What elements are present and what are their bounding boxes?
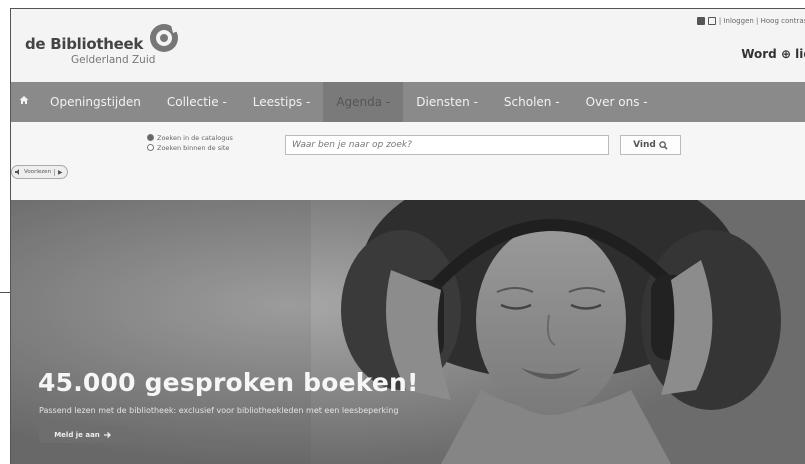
search-bar: Zoeken in de catalogus Zoeken binnen de … <box>11 122 805 200</box>
radio-dot[interactable] <box>147 144 154 151</box>
logo-sub-text: Gelderland Zuid <box>71 54 156 66</box>
nav-item-scholen[interactable]: Scholen - <box>491 82 573 122</box>
hero-title: 45.000 gesproken boeken! <box>38 368 419 397</box>
twitter-icon[interactable] <box>707 17 716 25</box>
hero-banner[interactable]: 45.000 gesproken boeken! Passend lezen m… <box>11 200 805 464</box>
radio-site-label: Zoeken binnen de site <box>157 144 230 152</box>
radio-dot-selected[interactable] <box>147 134 154 141</box>
nav-item-leestips[interactable]: Leestips - <box>240 82 324 122</box>
radio-site[interactable]: Zoeken binnen de site <box>147 143 233 153</box>
nav-item-collectie[interactable]: Collectie - <box>154 82 240 122</box>
speaker-icon <box>15 169 19 175</box>
radio-catalogus[interactable]: Zoeken in de catalogus <box>147 133 233 143</box>
site-logo[interactable]: de Bibliotheek Gelderland Zuid <box>25 35 155 66</box>
search-icon <box>659 140 668 150</box>
browser-viewport: de Bibliotheek Gelderland Zuid | Inlogge… <box>10 8 805 464</box>
hero-subtitle: Passend lezen met de bibliotheek: exclus… <box>39 406 399 415</box>
top-links: | Inloggen | Hoog contrast <box>696 17 805 25</box>
search-input[interactable] <box>285 135 609 155</box>
border-line <box>0 292 10 293</box>
main-navigation: Openingstijden Collectie - Leestips - Ag… <box>11 82 805 122</box>
woman-with-headphones-image <box>11 200 805 464</box>
signup-button[interactable]: Meld je aan <box>39 426 127 443</box>
become-member-link[interactable]: Word ⊕ lid <box>741 47 805 61</box>
nav-item-agenda[interactable]: Agenda - <box>323 82 404 122</box>
login-contrast-links[interactable]: | Inloggen | Hoog contrast <box>719 17 805 25</box>
search-button[interactable]: Vind <box>620 135 681 155</box>
facebook-icon[interactable] <box>696 17 705 25</box>
nav-item-openingstijden[interactable]: Openingstijden <box>37 82 154 122</box>
read-aloud-label: Voorlezen <box>24 169 51 175</box>
nav-item-diensten[interactable]: Diensten - <box>403 82 491 122</box>
arrow-right-icon <box>103 431 111 438</box>
home-icon[interactable] <box>11 82 37 122</box>
site-header: de Bibliotheek Gelderland Zuid | Inlogge… <box>11 9 805 82</box>
play-icon[interactable]: ▶ <box>54 168 63 176</box>
nav-item-over-ons[interactable]: Over ons - <box>573 82 661 122</box>
read-aloud-widget[interactable]: Voorlezen ▶ <box>11 165 68 179</box>
signup-button-label: Meld je aan <box>54 430 100 439</box>
search-scope-options: Zoeken in de catalogus Zoeken binnen de … <box>147 133 233 153</box>
logo-main-text: de Bibliotheek <box>25 35 144 53</box>
radio-catalogus-label: Zoeken in de catalogus <box>157 134 233 142</box>
bibliotheek-logo-icon <box>150 24 178 52</box>
search-button-label: Vind <box>633 140 656 150</box>
